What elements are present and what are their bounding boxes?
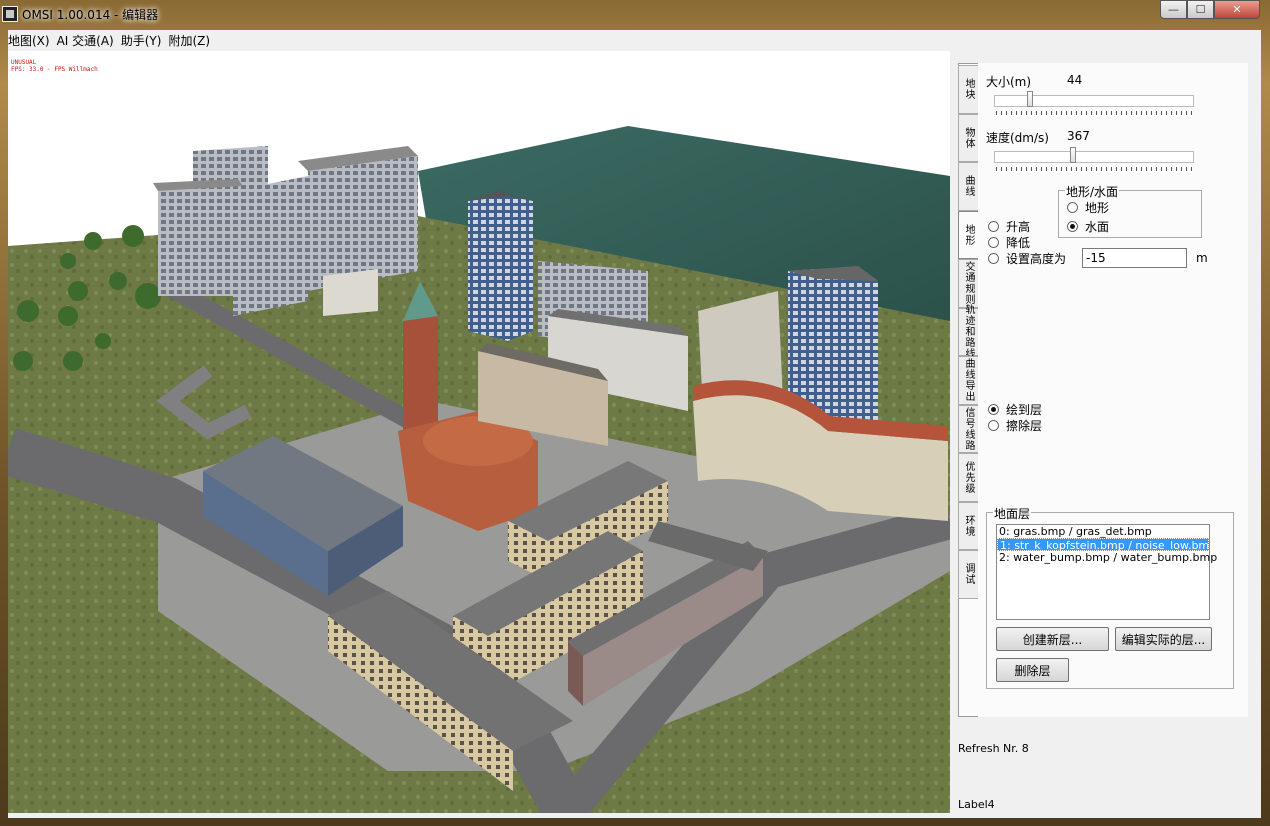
tab-signal-routes[interactable]: 信号线路 [958,404,978,453]
tab-spline-export[interactable]: 曲线导出 [958,356,978,405]
menu-ai-traffic[interactable]: AI 交通(A) [57,30,121,50]
slider-track [994,151,1194,163]
radio-dot [988,221,999,232]
menu-bar: 地图(X) AI 交通(A) 助手(Y) 附加(Z) [8,30,1261,50]
size-label: 大小(m) [986,75,1032,89]
radio-dot [1067,221,1078,232]
3d-viewport[interactable]: UNUSUAL FPS: 33.0 · FPS Willmach [8,51,950,813]
radio-dot [988,420,999,431]
slider-track [994,95,1194,107]
speed-slider[interactable] [994,147,1194,173]
slider-thumb[interactable] [1027,91,1033,107]
radio-paint-layer[interactable]: 绘到层 [988,401,1042,418]
menu-extras[interactable]: 附加(Z) [168,30,217,50]
window-controls: — ☐ ✕ [1160,0,1260,19]
vertical-tabs: 地块 物体 曲线 地形 交通规则 轨迹和路线 曲线导出 信号线路 优先级 环境 … [958,65,978,599]
tab-label: 环境 [963,514,974,537]
menu-map[interactable]: 地图(X) [8,30,57,50]
radio-raise[interactable]: 升高 [988,218,1030,235]
blue-tower-center [468,191,533,341]
radio-label: 降低 [1006,236,1031,250]
radio-label: 绘到层 [1006,403,1043,417]
tab-label: 地块 [963,78,974,101]
tab-label: 信号线路 [963,406,974,451]
speed-value: 367 [1067,129,1090,143]
radio-label: 水面 [1085,220,1110,234]
list-item-selected[interactable]: 1: str_k_kopfstein.bmp / noise_low.bmp [997,538,1216,552]
app-icon[interactable] [2,6,18,22]
speed-label: 速度(dm/s) [986,131,1049,145]
radio-dot [988,253,999,264]
list-item[interactable]: 0: gras.bmp / gras_det.bmp [997,525,1209,538]
radio-dot [988,237,999,248]
label4: Label4 [958,798,995,811]
radio-lower[interactable]: 降低 [988,234,1030,251]
list-item[interactable]: 2: water_bump.bmp / water_bump.bmp [997,551,1217,564]
tab-environment[interactable]: 环境 [958,501,978,550]
size-slider[interactable] [994,91,1194,117]
tab-objects[interactable]: 物体 [958,113,978,162]
title-bar[interactable]: OMSI 1.00.014 - 编辑器 — ☐ ✕ [0,0,1270,30]
refresh-label: Refresh Nr. 8 [958,742,1029,755]
slider-ticks [996,167,1192,171]
height-input[interactable]: -15 [1082,248,1187,268]
group-title: 地形/水面 [1065,183,1120,200]
tab-label: 地形 [963,223,974,246]
radio-dot [1067,202,1078,213]
radio-erase-layer[interactable]: 擦除层 [988,417,1042,434]
terrain-water-group: 地形/水面 地形 水面 [1058,183,1202,238]
terrain-page: 大小(m) 44 速度(dm/s) 367 地形/水面 地形 水面 升高 降低 … [978,63,1248,717]
radio-label: 设置高度为 [1006,252,1067,266]
app-window: OMSI 1.00.014 - 编辑器 — ☐ ✕ 地图(X) AI 交通(A)… [0,0,1270,826]
debug-hud: UNUSUAL FPS: 33.0 · FPS Willmach [11,59,98,73]
tab-label: 曲线 [963,175,974,198]
tab-label: 轨迹和路线 [963,304,974,360]
maximize-button[interactable]: ☐ [1187,0,1214,19]
radio-terrain[interactable]: 地形 [1067,199,1109,216]
city-scene [8,51,950,813]
radio-label: 升高 [1006,220,1031,234]
radio-water[interactable]: 水面 [1067,218,1109,235]
tab-traffic-rules[interactable]: 交通规则 [958,259,978,308]
layers-list[interactable]: 0: gras.bmp / gras_det.bmp 1: str_k_kopf… [996,524,1217,620]
radio-set-height[interactable]: 设置高度为 [988,250,1066,267]
window-title: OMSI 1.00.014 - 编辑器 [22,8,159,22]
radio-label: 地形 [1085,201,1110,215]
menu-assistant[interactable]: 助手(Y) [121,30,169,50]
slider-ticks [996,111,1192,115]
tab-tiles[interactable]: 地块 [958,65,978,114]
tab-label: 调试 [963,563,974,586]
radio-dot [988,404,999,415]
ground-layers-group: 地面层 0: gras.bmp / gras_det.bmp 1: str_k_… [986,505,1234,689]
radio-label: 擦除层 [1006,419,1043,433]
tab-tracks-routes[interactable]: 轨迹和路线 [958,304,978,359]
tab-terrain[interactable]: 地形 [958,210,978,259]
tab-label: 优先级 [963,460,974,494]
tab-splines[interactable]: 曲线 [958,162,978,211]
tab-debug[interactable]: 调试 [958,550,978,599]
tab-label: 曲线导出 [963,358,974,403]
client-area: 地图(X) AI 交通(A) 助手(Y) 附加(Z) UNUSUAL FPS: … [8,30,1261,818]
slider-thumb[interactable] [1070,147,1076,163]
height-unit: m [1196,251,1208,265]
delete-layer-button[interactable]: 删除层 [996,658,1069,682]
edit-layer-button[interactable]: 编辑实际的层... [1115,627,1212,651]
close-button[interactable]: ✕ [1214,0,1260,19]
create-layer-button[interactable]: 创建新层... [996,627,1109,651]
hud-line-1: UNUSUAL [11,59,37,66]
tab-priority[interactable]: 优先级 [958,453,978,502]
size-value: 44 [1067,73,1083,87]
hud-line-2: FPS: 33.0 · FPS Willmach [11,66,98,73]
tab-label: 物体 [963,126,974,149]
minimize-button[interactable]: — [1160,0,1187,19]
tab-label: 交通规则 [963,261,974,306]
group-title: 地面层 [993,505,1032,522]
editor-panel: 地块 物体 曲线 地形 交通规则 轨迹和路线 曲线导出 信号线路 优先级 环境 … [950,51,1261,818]
